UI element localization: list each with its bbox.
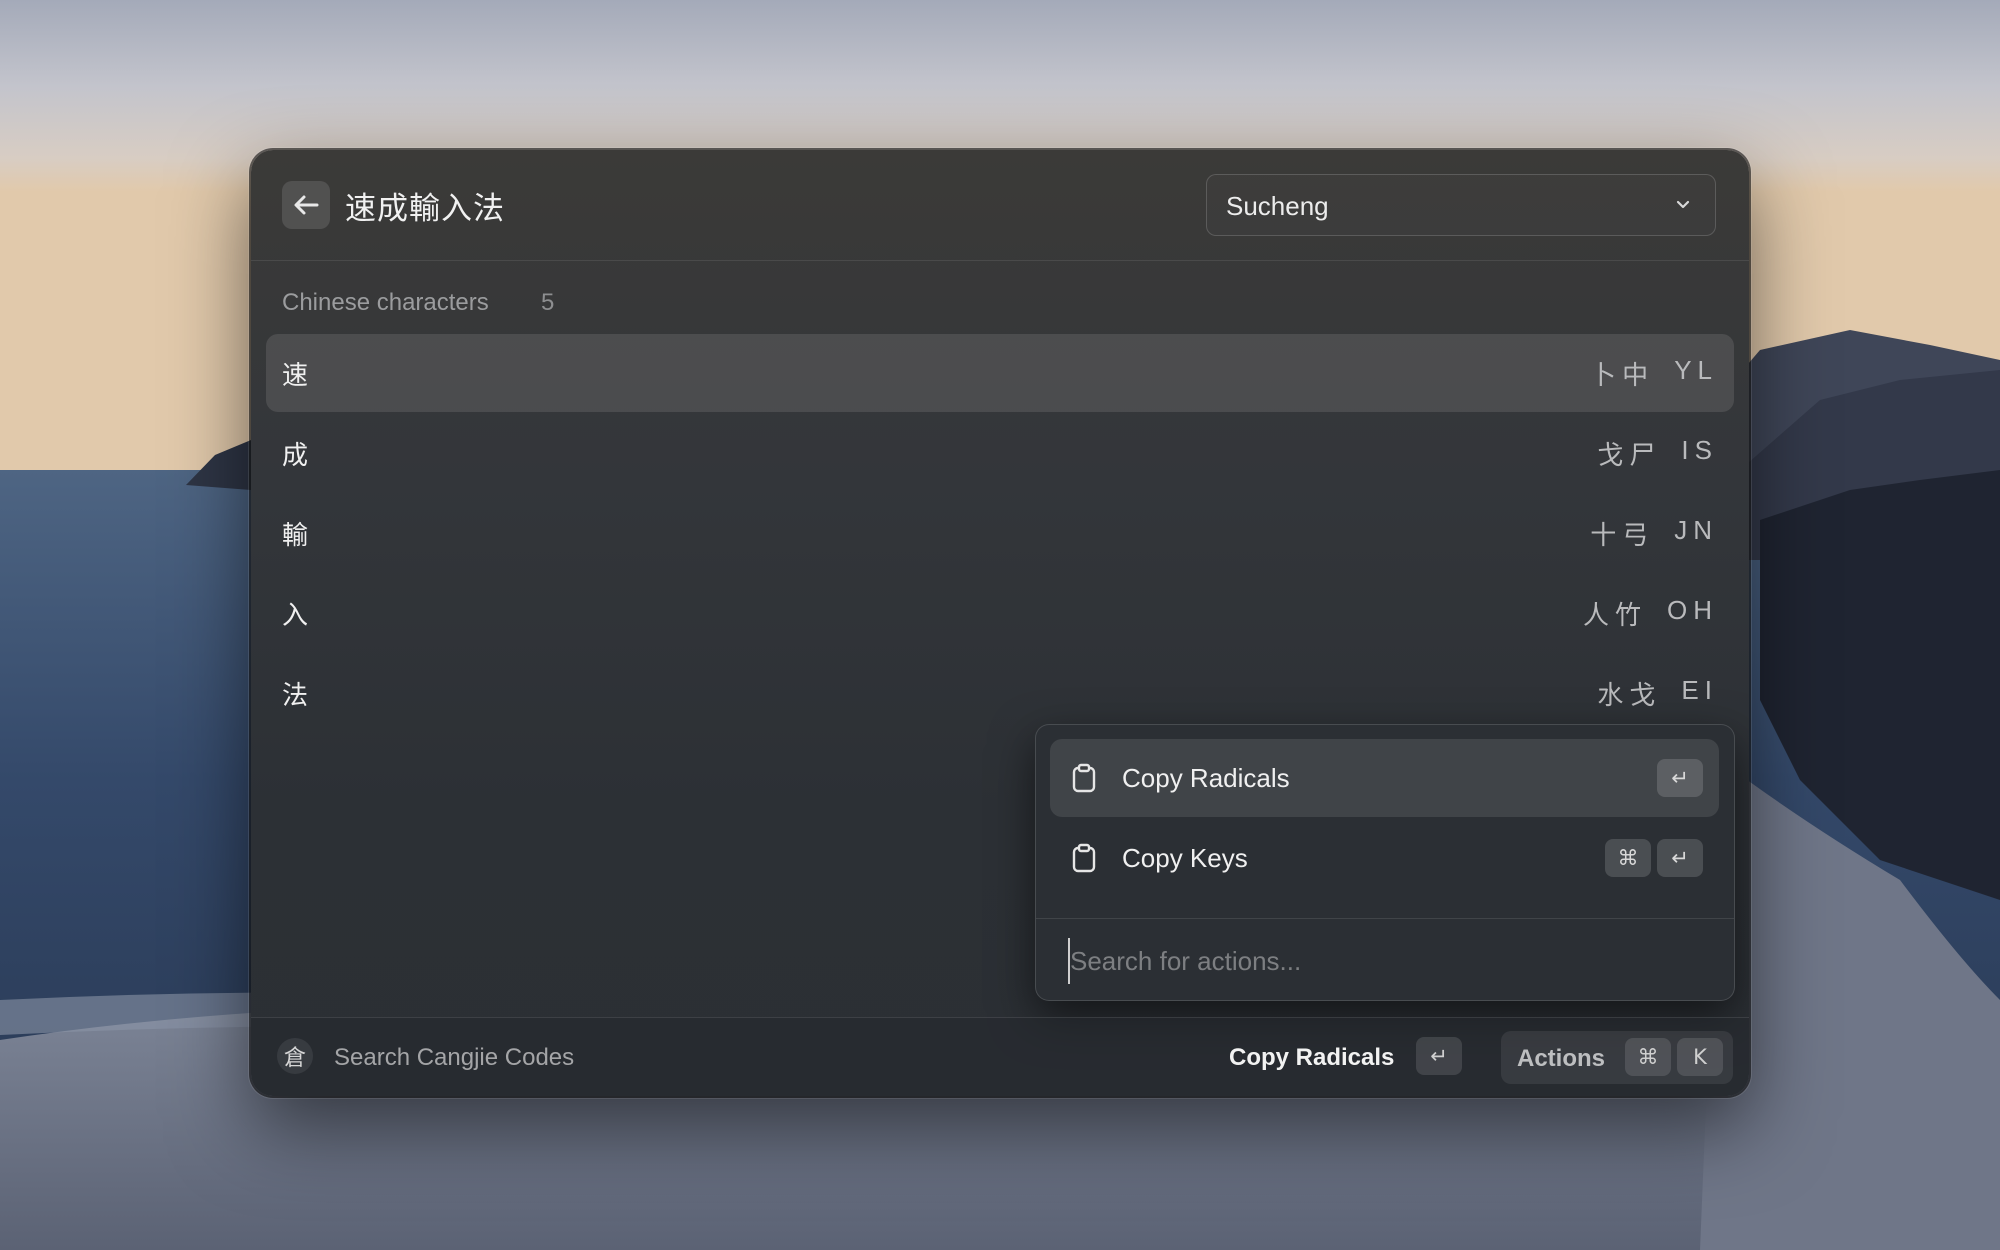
header: 速成輸入法 Sucheng bbox=[251, 150, 1749, 261]
list-item[interactable]: 入 人竹 OH bbox=[266, 574, 1734, 652]
item-keys: YL bbox=[1674, 355, 1718, 385]
actions-label: Actions bbox=[1517, 1045, 1606, 1072]
action-search-input[interactable] bbox=[1068, 938, 1690, 984]
item-accessories: 水戈 EI bbox=[1597, 675, 1718, 712]
return-key-icon: ↵ bbox=[1416, 1037, 1462, 1075]
section-title: Chinese characters bbox=[282, 289, 489, 316]
item-character: 速 bbox=[282, 361, 309, 391]
list-item[interactable]: 法 水戈 EI bbox=[266, 654, 1734, 732]
item-radicals: 戈尸 bbox=[1597, 441, 1662, 471]
action-label: Copy Keys bbox=[1122, 843, 1248, 873]
item-radicals: 水戈 bbox=[1597, 681, 1662, 711]
chevron-down-icon bbox=[1676, 200, 1690, 209]
list-item[interactable]: 成 戈尸 IS bbox=[266, 414, 1734, 492]
clipboard-icon bbox=[1072, 763, 1096, 793]
back-button[interactable] bbox=[282, 181, 330, 229]
item-character: 法 bbox=[282, 681, 309, 711]
primary-action-button[interactable]: Copy Radicals bbox=[1229, 1044, 1394, 1072]
item-keys: IS bbox=[1681, 435, 1718, 465]
list-item[interactable]: 速 卜中 YL bbox=[266, 334, 1734, 412]
extension-window: 速成輸入法 Sucheng Chinese characters 5 速 卜中 … bbox=[251, 150, 1749, 1096]
arrow-left-icon bbox=[294, 195, 319, 215]
mode-dropdown[interactable]: Sucheng bbox=[1206, 174, 1716, 236]
item-accessories: 人竹 OH bbox=[1583, 595, 1718, 632]
item-radicals: 十弓 bbox=[1590, 521, 1655, 551]
item-keys: JN bbox=[1674, 515, 1718, 545]
item-keys: OH bbox=[1667, 595, 1718, 625]
item-character: 輸 bbox=[282, 521, 309, 551]
item-radicals: 卜中 bbox=[1590, 361, 1655, 391]
return-key-icon: ↵ bbox=[1657, 759, 1703, 797]
section-count: 5 bbox=[541, 289, 555, 316]
footer-title: Search Cangjie Codes bbox=[334, 1044, 575, 1071]
cangjie-icon: 倉 bbox=[277, 1038, 313, 1074]
page-title: 速成輸入法 bbox=[345, 191, 505, 227]
action-copy-keys[interactable]: Copy Keys ⌘ ↵ bbox=[1050, 819, 1719, 897]
action-panel: Copy Radicals ↵ Copy Keys ⌘ ↵ bbox=[1035, 724, 1735, 1001]
dropdown-value: Sucheng bbox=[1226, 191, 1329, 221]
item-accessories: 卜中 YL bbox=[1590, 355, 1718, 392]
item-radicals: 人竹 bbox=[1582, 601, 1647, 631]
action-copy-radicals[interactable]: Copy Radicals ↵ bbox=[1050, 739, 1719, 817]
item-character: 入 bbox=[282, 601, 309, 631]
clipboard-icon bbox=[1072, 843, 1096, 873]
item-accessories: 十弓 JN bbox=[1590, 515, 1718, 552]
actions-button[interactable]: Actions ⌘ K bbox=[1501, 1031, 1733, 1084]
command-key-icon: ⌘ bbox=[1605, 839, 1651, 877]
command-key-icon: ⌘ bbox=[1625, 1038, 1671, 1076]
item-accessories: 戈尸 IS bbox=[1597, 435, 1718, 472]
action-label: Copy Radicals bbox=[1122, 763, 1290, 793]
divider bbox=[1036, 918, 1734, 919]
footer-bar: 倉 Search Cangjie Codes Copy Radicals ↵ A… bbox=[251, 1017, 1749, 1096]
k-key-icon: K bbox=[1677, 1038, 1723, 1076]
list-item[interactable]: 輸 十弓 JN bbox=[266, 494, 1734, 572]
return-key-icon: ↵ bbox=[1657, 839, 1703, 877]
item-character: 成 bbox=[282, 441, 309, 471]
item-keys: EI bbox=[1681, 675, 1718, 705]
